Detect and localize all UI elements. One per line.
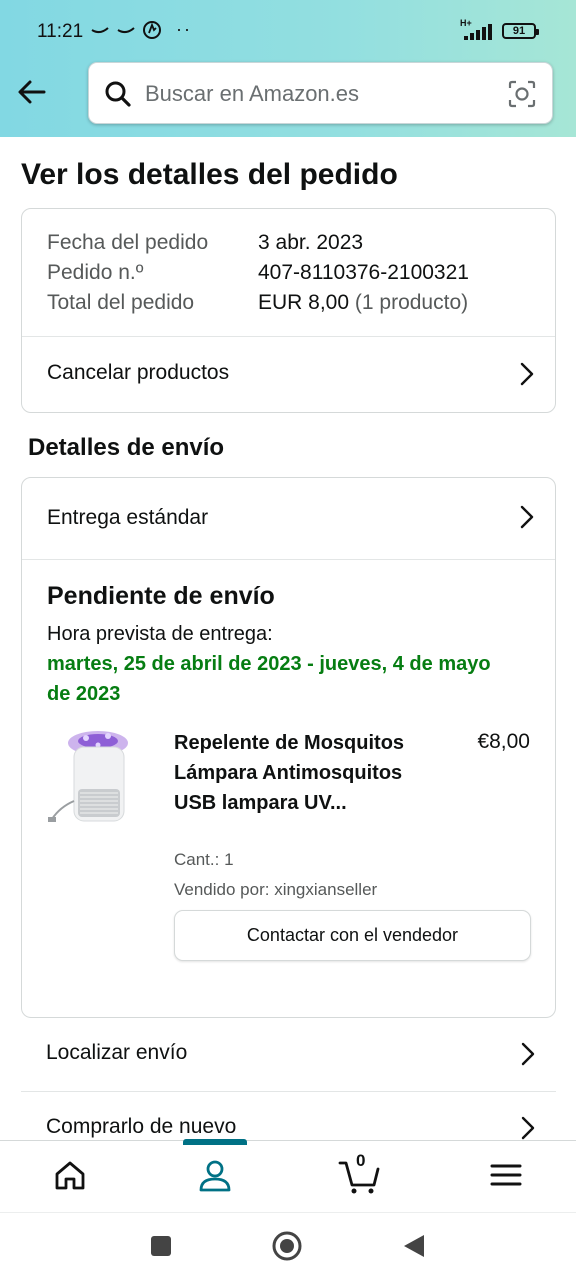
cart-button[interactable]: 0 bbox=[338, 1151, 382, 1195]
shipment-card: Entrega estándar Pendiente de envío Hora… bbox=[21, 477, 556, 1018]
divider bbox=[22, 559, 555, 560]
shipping-section-title: Detalles de envío bbox=[28, 434, 225, 461]
more-dots-icon: ·· bbox=[176, 19, 192, 39]
status-time: 11:21 bbox=[37, 21, 84, 42]
product-quantity: Cant.: 1 bbox=[174, 850, 234, 869]
home-icon[interactable] bbox=[50, 1155, 90, 1195]
bottom-nav: 0 bbox=[0, 1140, 576, 1212]
menu-icon[interactable] bbox=[486, 1155, 526, 1195]
delivery-method-link[interactable]: Entrega estándar bbox=[22, 478, 555, 552]
buy-again-label: Comprarlo de nuevo bbox=[46, 1115, 237, 1138]
status-bar: 11:21 ·· H+ 91 bbox=[0, 0, 576, 62]
order-total-label: Total del pedido bbox=[47, 291, 195, 314]
system-nav-bar bbox=[0, 1212, 576, 1280]
signal-icon: H+ bbox=[458, 18, 494, 42]
order-total-items: (1 producto) bbox=[354, 291, 469, 314]
cart-count: 0 bbox=[356, 1151, 366, 1170]
track-package-link[interactable]: Localizar envío bbox=[21, 1018, 556, 1092]
recent-apps-icon[interactable] bbox=[150, 1235, 172, 1257]
product-image[interactable] bbox=[46, 723, 146, 833]
activity-icon bbox=[143, 20, 161, 39]
search-icon[interactable] bbox=[103, 79, 133, 109]
search-input[interactable]: Buscar en Amazon.es bbox=[145, 81, 359, 107]
product-price: €8,00 bbox=[477, 730, 530, 753]
chevron-right-icon bbox=[520, 362, 534, 386]
account-icon[interactable] bbox=[195, 1155, 235, 1195]
order-summary-card: Fecha del pedido 3 abr. 2023 Pedido n.º … bbox=[21, 208, 556, 413]
order-number-label: Pedido n.º bbox=[47, 261, 144, 284]
notification-icons: ·· bbox=[90, 19, 192, 40]
delivery-estimate-range: martes, 25 de abril de 2023 - jueves, 4 … bbox=[47, 653, 491, 705]
camera-scan-icon[interactable] bbox=[506, 78, 538, 110]
delivery-method-label: Entrega estándar bbox=[47, 506, 209, 529]
product-title-link[interactable]: Repelente de Mosquitos Lámpara Antimosqu… bbox=[174, 728, 414, 818]
cancel-products-link[interactable]: Cancelar productos bbox=[22, 337, 555, 411]
back-triangle-icon[interactable] bbox=[402, 1233, 426, 1259]
battery-icon: 91 bbox=[502, 23, 539, 39]
app-header: 11:21 ·· H+ 91 Buscar en Amazon.es bbox=[0, 0, 576, 137]
active-tab-indicator bbox=[183, 1139, 247, 1145]
contact-seller-button[interactable]: Contactar con el vendedor bbox=[174, 910, 531, 961]
search-bar[interactable]: Buscar en Amazon.es bbox=[88, 62, 553, 124]
track-package-label: Localizar envío bbox=[46, 1041, 188, 1064]
order-date-value: 3 abr. 2023 bbox=[258, 231, 364, 254]
chevron-right-icon bbox=[521, 1116, 535, 1140]
cancel-products-label: Cancelar productos bbox=[47, 361, 230, 384]
page-title: Ver los detalles del pedido bbox=[21, 158, 398, 191]
product-seller: Vendido por: xingxianseller bbox=[174, 880, 378, 899]
home-circle-icon[interactable] bbox=[272, 1231, 302, 1261]
order-total-value: EUR 8,00 (1 producto) bbox=[258, 291, 468, 315]
wave-icon bbox=[91, 26, 109, 33]
status-right: H+ 91 bbox=[458, 18, 539, 42]
order-number-value: 407-8110376-2100321 bbox=[258, 261, 469, 284]
order-date-label: Fecha del pedido bbox=[47, 231, 209, 254]
chevron-right-icon bbox=[520, 505, 534, 529]
shipment-status: Pendiente de envío bbox=[47, 582, 275, 610]
back-arrow-icon[interactable] bbox=[14, 74, 50, 110]
order-total-amount: EUR 8,00 bbox=[258, 291, 350, 314]
wave-icon bbox=[117, 26, 135, 33]
chevron-right-icon bbox=[521, 1042, 535, 1066]
delivery-estimate-label: Hora prevista de entrega: bbox=[47, 623, 273, 645]
